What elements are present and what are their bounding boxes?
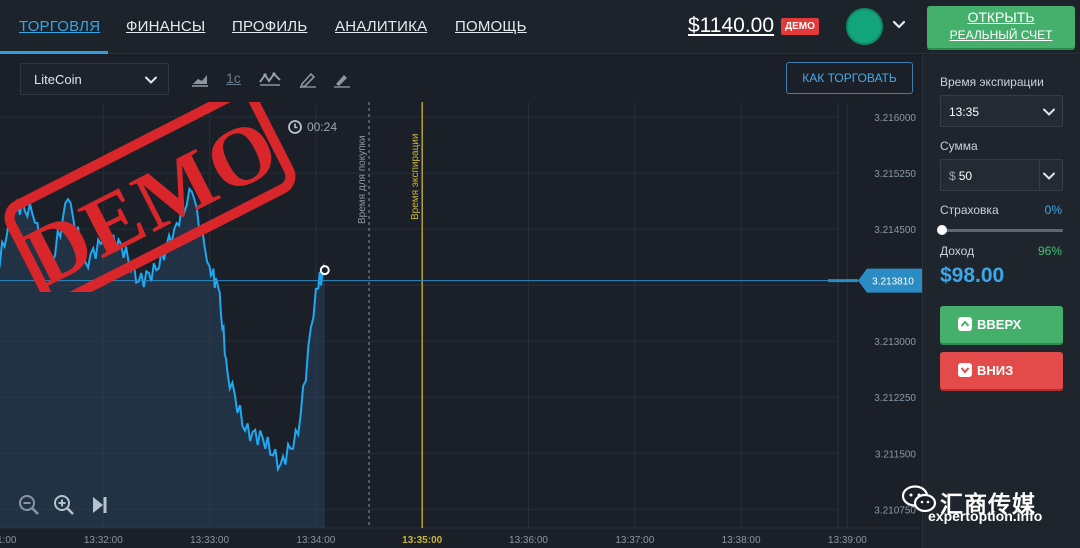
expiry-select[interactable]: 13:35 [940, 95, 1063, 127]
chevron-down-icon[interactable] [1042, 169, 1056, 183]
open-real-label-1: ОТКРЫТЬ [967, 9, 1035, 25]
currency-symbol: $ [949, 169, 956, 183]
expiry-value: 13:35 [949, 105, 980, 119]
amount-value: 50 [958, 169, 973, 183]
income-percent: 96% [1037, 244, 1062, 258]
expiry-label: Время экспирации [940, 75, 1044, 89]
pencil-icon[interactable] [298, 70, 318, 88]
zoom-out-icon[interactable] [17, 493, 41, 517]
price-chart[interactable]: 3.2160003.2152503.2145003.2137503.213000… [0, 102, 922, 548]
time-tick-label: 13:33:00 [190, 535, 229, 546]
time-tick-label: 13:37:00 [615, 535, 654, 546]
time-tick-label: 13:39:00 [828, 535, 867, 546]
asset-name: LiteCoin [34, 72, 82, 87]
up-button[interactable]: ВВЕРХ [940, 306, 1063, 343]
go-to-end-icon[interactable] [89, 493, 113, 517]
divider [1039, 160, 1040, 190]
tab-analytics[interactable]: АНАЛИТИКА [335, 18, 427, 35]
time-tick-label: 13:36:00 [509, 535, 548, 546]
watermark: 汇商传媒 expertoption.info [898, 482, 1078, 542]
arrow-down-icon [958, 363, 972, 377]
insurance-slider-knob[interactable] [937, 225, 947, 235]
time-tick-label: 13:31:00 [0, 535, 17, 546]
timeframe-button[interactable]: 1c [226, 70, 241, 86]
open-real-label-2: РЕАЛЬНЫЙ СЧЕТ [949, 28, 1053, 42]
trade-panel: Время экспирации 13:35 Сумма $50 Страхов… [922, 55, 1080, 548]
current-price-label: 3.213810 [872, 277, 914, 288]
time-tick-label: 13:35:00 [402, 535, 442, 546]
top-nav: ТОРГОВЛЯ ФИНАНСЫ ПРОФИЛЬ АНАЛИТИКА ПОМОЩ… [0, 0, 1080, 54]
chevron-down-icon [145, 76, 157, 84]
amount-label: Сумма [940, 139, 978, 153]
insurance-slider[interactable] [940, 229, 1063, 232]
purchase-line-label: Время для покупки [357, 135, 368, 224]
amount-value-wrap: $50 [949, 169, 972, 183]
amount-input[interactable]: $50 [940, 159, 1063, 191]
chevron-down-icon [1043, 108, 1055, 116]
expiry-line-label: Время экспирации [410, 134, 421, 220]
current-point-marker [319, 265, 330, 276]
expiry-timer: 00:24 [307, 120, 338, 134]
tab-profile[interactable]: ПРОФИЛЬ [232, 18, 307, 35]
income-value: $98.00 [940, 264, 1005, 287]
income-label: Доход [940, 244, 975, 258]
insurance-percent: 0% [1044, 203, 1062, 217]
stamp-text: DEMO [11, 102, 293, 292]
tab-finance[interactable]: ФИНАНСЫ [126, 18, 205, 35]
time-tick-label: 13:34:00 [296, 535, 335, 546]
time-tick-label: 13:38:00 [722, 535, 761, 546]
account-balance[interactable]: $1140.00 [688, 14, 774, 38]
chevron-down-icon[interactable] [891, 17, 907, 33]
active-tab-indicator [0, 51, 108, 54]
time-tick-label: 13:32:00 [84, 535, 123, 546]
asset-selector[interactable]: LiteCoin [20, 63, 169, 95]
area-chart-icon[interactable] [190, 70, 210, 88]
avatar[interactable] [846, 8, 883, 45]
tab-trading[interactable]: ТОРГОВЛЯ [19, 18, 100, 35]
price-tick-label: 3.211500 [875, 449, 916, 460]
zoom-in-icon[interactable] [52, 493, 76, 517]
demo-stamp: DEMO [4, 102, 296, 292]
price-tick-label: 3.215250 [874, 169, 916, 180]
demo-badge: ДЕМО [781, 18, 819, 35]
price-tick-label: 3.214500 [874, 225, 916, 236]
tab-help[interactable]: ПОМОЩЬ [455, 18, 527, 35]
chart-toolbar: LiteCoin 1c КАК ТОРГОВАТЬ [0, 55, 922, 102]
arrow-up-icon [958, 317, 972, 331]
how-to-trade-button[interactable]: КАК ТОРГОВАТЬ [786, 62, 913, 94]
watermark-url: expertoption.info [928, 508, 1043, 524]
indicators-icon[interactable] [258, 70, 282, 88]
open-real-account-button[interactable]: ОТКРЫТЬ РЕАЛЬНЫЙ СЧЕТ [927, 6, 1075, 48]
price-tick-label: 3.216000 [874, 113, 916, 124]
price-tick-label: 3.213000 [874, 337, 916, 348]
up-button-label: ВВЕРХ [977, 317, 1022, 332]
down-button[interactable]: ВНИЗ [940, 352, 1063, 389]
draw-icon[interactable] [332, 70, 352, 88]
down-button-label: ВНИЗ [977, 363, 1014, 378]
price-tick-label: 3.212250 [874, 393, 916, 404]
insurance-label: Страховка [940, 203, 999, 217]
